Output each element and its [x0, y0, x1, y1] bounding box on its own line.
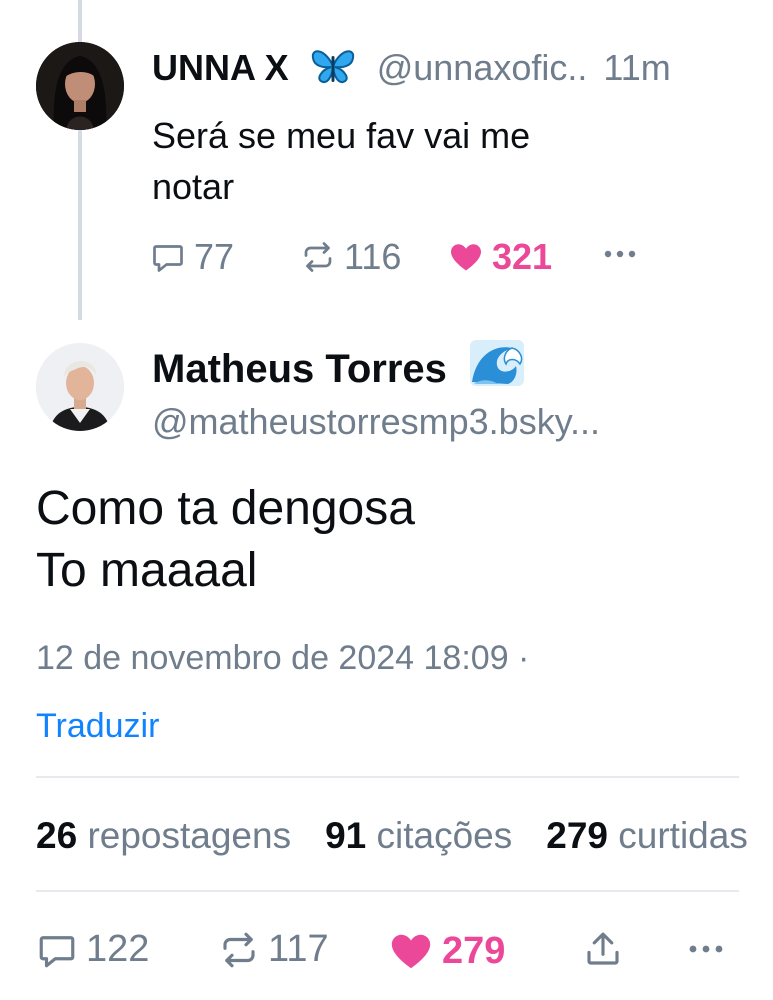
- post-timestamp: 12 de novembro de 2024 18:09 ·: [36, 639, 530, 677]
- share-icon: [587, 932, 619, 965]
- more-options-button[interactable]: [684, 928, 736, 970]
- reply-button[interactable]: 122: [36, 928, 149, 971]
- repost-button[interactable]: 116: [300, 236, 401, 278]
- repost-count: 117: [268, 928, 329, 970]
- wave-icon: [468, 338, 526, 400]
- main-post-text-line: Como ta dengosa: [36, 482, 415, 535]
- like-count: 321: [492, 236, 553, 277]
- butterfly-icon: [309, 46, 357, 96]
- main-display-name[interactable]: Matheus Torres: [152, 347, 447, 391]
- reply-button[interactable]: 77: [150, 236, 234, 278]
- likes-stat-count: 279: [546, 815, 608, 856]
- likes-stat-label: curtidas: [618, 815, 748, 856]
- reply-count: 122: [86, 928, 150, 970]
- more-horizontal-icon: [689, 945, 723, 953]
- more-horizontal-icon: [604, 250, 636, 258]
- quotes-stat[interactable]: 91 citações: [325, 815, 512, 856]
- translate-link[interactable]: Traduzir: [36, 704, 159, 748]
- like-button[interactable]: 321: [448, 236, 552, 278]
- repost-count: 116: [344, 236, 402, 277]
- divider: [36, 776, 739, 778]
- main-post-text: Como ta dengosa To maaaal: [36, 478, 415, 602]
- repost-icon: [304, 242, 332, 272]
- likes-stat[interactable]: 279 curtidas: [546, 815, 748, 856]
- parent-post-text-line: notar: [152, 166, 235, 207]
- reply-count: 77: [194, 236, 235, 277]
- parent-post-text: Será se meu fav vai me notar: [152, 110, 712, 212]
- quotes-stat-label: citações: [376, 815, 513, 856]
- heart-filled-icon: [451, 244, 481, 271]
- like-button[interactable]: 279: [388, 928, 505, 974]
- reposts-stat[interactable]: 26 repostagens: [36, 815, 291, 856]
- parent-display-name[interactable]: UNNA X: [152, 47, 289, 88]
- repost-icon: [223, 932, 255, 967]
- reply-icon: [39, 935, 75, 967]
- reposts-stat-count: 26: [36, 815, 78, 856]
- avatar[interactable]: [36, 42, 124, 130]
- quotes-stat-count: 91: [325, 815, 367, 856]
- main-handle[interactable]: @matheustorresmp3.bsky...: [152, 400, 600, 444]
- parent-post-text-line: Será se meu fav vai me: [152, 115, 531, 156]
- avatar-matheus-image: [36, 343, 124, 431]
- heart-filled-icon: [391, 934, 431, 969]
- divider: [36, 890, 739, 892]
- share-button[interactable]: [582, 928, 632, 970]
- main-post-text-line: To maaaal: [36, 544, 258, 597]
- repost-button[interactable]: 117: [218, 928, 329, 971]
- parent-handle[interactable]: @unnaxofic..: [377, 47, 588, 88]
- parent-post[interactable]: UNNA X @unnaxofic.. 11m Será se meu fav …: [0, 0, 773, 320]
- more-options-button[interactable]: [600, 236, 648, 272]
- like-count: 279: [442, 929, 506, 972]
- parent-post-time[interactable]: 11m: [603, 47, 670, 88]
- reposts-stat-label: repostagens: [87, 815, 292, 856]
- post-stats: 26 repostagens 91 citações 279 curtidas: [36, 813, 773, 859]
- main-post-header: Matheus Torres: [152, 338, 526, 400]
- reply-icon: [153, 245, 183, 272]
- avatar[interactable]: [36, 343, 124, 431]
- avatar-unna-image: [36, 42, 124, 130]
- parent-post-header: UNNA X @unnaxofic.. 11m: [152, 46, 671, 96]
- main-post-actions: 122 117 279: [36, 928, 773, 976]
